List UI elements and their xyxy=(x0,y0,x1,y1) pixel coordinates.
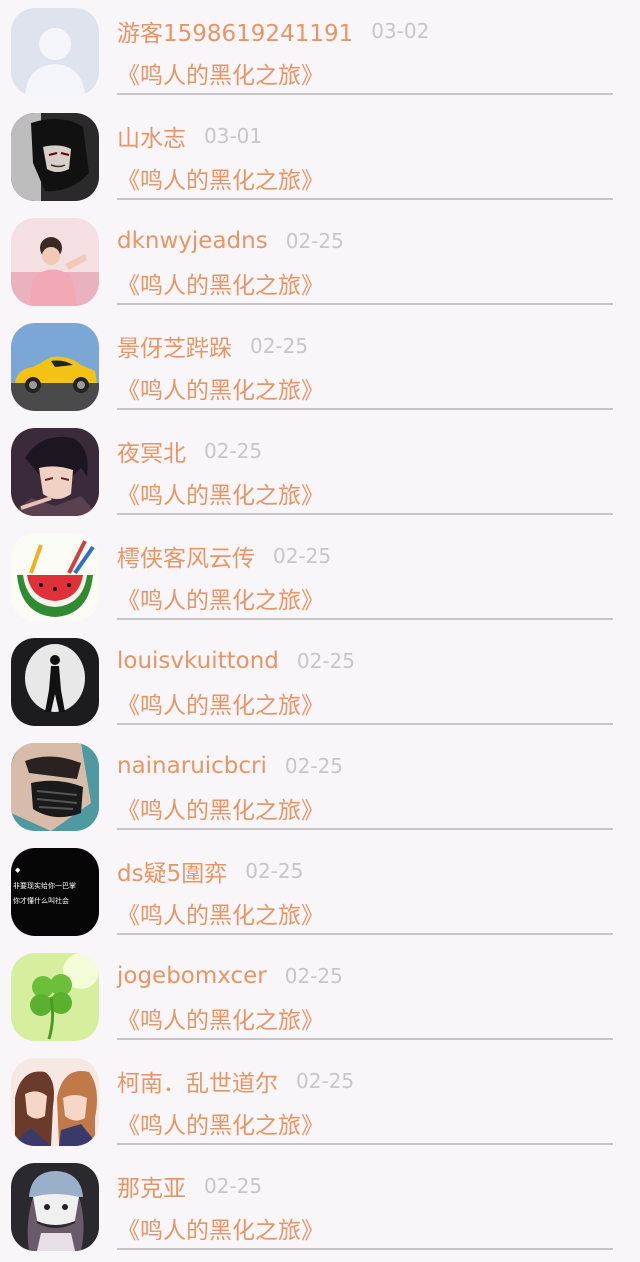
username[interactable]: 景伢芝跸跺 xyxy=(117,329,232,363)
avatar-text-diamond: ◆ xyxy=(15,866,21,874)
divider xyxy=(117,618,613,620)
username[interactable]: jogebomxcer xyxy=(117,963,267,989)
silhouette-spotlight-avatar[interactable] xyxy=(11,638,99,726)
divider xyxy=(117,1038,613,1040)
comment-date: 03-01 xyxy=(204,124,263,148)
comment-date: 02-25 xyxy=(273,544,332,568)
username[interactable]: 樗侠客风云传 xyxy=(117,539,255,573)
book-title[interactable]: 《鸣人的黑化之旅》 xyxy=(117,581,324,615)
divider xyxy=(117,198,613,200)
list-item[interactable]: louisvkuittond 02-25 《鸣人的黑化之旅》 xyxy=(0,630,640,735)
list-item[interactable]: 景伢芝跸跺 02-25 《鸣人的黑化之旅》 xyxy=(0,315,640,420)
book-title[interactable]: 《鸣人的黑化之旅》 xyxy=(117,896,324,930)
yellow-sports-car-avatar[interactable] xyxy=(11,323,99,411)
clover-avatar[interactable] xyxy=(11,953,99,1041)
list-item[interactable]: 游客1598619241191 03-02 《鸣人的黑化之旅》 xyxy=(0,0,640,105)
comment-date: 02-25 xyxy=(285,229,344,253)
comment-date: 02-25 xyxy=(245,859,304,883)
username[interactable]: louisvkuittond xyxy=(117,648,279,674)
default-person-avatar[interactable] xyxy=(11,8,99,96)
username[interactable]: dknwyjeadns xyxy=(117,228,268,254)
book-title[interactable]: 《鸣人的黑化之旅》 xyxy=(117,56,324,90)
list-item[interactable]: ◆ 非要现实给你一巴掌 你才懂什么叫社会 ds疑5圍弈 02-25 《鸣人的黑化… xyxy=(0,840,640,945)
divider xyxy=(117,723,613,725)
anime-boy-avatar[interactable] xyxy=(11,428,99,516)
list-item[interactable]: nainaruicbcri 02-25 《鸣人的黑化之旅》 xyxy=(0,735,640,840)
list-item[interactable]: 山水志 03-01 《鸣人的黑化之旅》 xyxy=(0,105,640,210)
book-title[interactable]: 《鸣人的黑化之旅》 xyxy=(117,1106,324,1140)
list-item[interactable]: jogebomxcer 02-25 《鸣人的黑化之旅》 xyxy=(0,945,640,1050)
comment-date: 02-25 xyxy=(204,439,263,463)
divider xyxy=(117,933,613,935)
black-text-avatar[interactable]: ◆ 非要现实给你一巴掌 你才懂什么叫社会 xyxy=(11,848,99,936)
masked-man-avatar[interactable] xyxy=(11,743,99,831)
comment-list: 游客1598619241191 03-02 《鸣人的黑化之旅》 山水志 03-0… xyxy=(0,0,640,1262)
list-item[interactable]: 樗侠客风云传 02-25 《鸣人的黑化之旅》 xyxy=(0,525,640,630)
book-title[interactable]: 《鸣人的黑化之旅》 xyxy=(117,686,324,720)
username[interactable]: 游客1598619241191 xyxy=(117,14,353,48)
comment-date: 02-25 xyxy=(204,1174,263,1198)
book-title[interactable]: 《鸣人的黑化之旅》 xyxy=(117,266,324,300)
book-title[interactable]: 《鸣人的黑化之旅》 xyxy=(117,371,324,405)
username[interactable]: 夜冥北 xyxy=(117,434,186,468)
comment-date: 02-25 xyxy=(284,754,344,778)
book-title[interactable]: 《鸣人的黑化之旅》 xyxy=(117,1211,324,1245)
divider xyxy=(117,408,613,410)
comment-date: 02-25 xyxy=(296,1069,355,1093)
username[interactable]: 山水志 xyxy=(117,119,186,153)
book-title[interactable]: 《鸣人的黑化之旅》 xyxy=(117,791,324,825)
divider xyxy=(117,513,613,515)
avatar-text-line-2: 你才懂什么叫社会 xyxy=(13,896,69,905)
pink-girl-avatar[interactable] xyxy=(11,218,99,306)
watermelon-avatar[interactable] xyxy=(11,533,99,621)
divider xyxy=(117,1143,613,1145)
divider xyxy=(117,93,613,95)
dark-anime-character-avatar[interactable] xyxy=(11,113,99,201)
list-item[interactable]: 夜冥北 02-25 《鸣人的黑化之旅》 xyxy=(0,420,640,525)
divider xyxy=(117,303,613,305)
list-item[interactable]: 那克亚 02-25 《鸣人的黑化之旅》 xyxy=(0,1155,640,1260)
list-item[interactable]: 柯南．乱世道尔 02-25 《鸣人的黑化之旅》 xyxy=(0,1050,640,1155)
avatar-text-line-1: 非要现实给你一巴掌 xyxy=(13,881,76,890)
username[interactable]: 柯南．乱世道尔 xyxy=(117,1064,278,1098)
book-title[interactable]: 《鸣人的黑化之旅》 xyxy=(117,476,324,510)
comment-date: 03-02 xyxy=(371,19,430,43)
username[interactable]: ds疑5圍弈 xyxy=(117,854,227,888)
anime-couple-avatar[interactable] xyxy=(11,1058,99,1146)
list-item[interactable]: dknwyjeadns 02-25 《鸣人的黑化之旅》 xyxy=(0,210,640,315)
username[interactable]: 那克亚 xyxy=(117,1169,186,1203)
comment-date: 02-25 xyxy=(296,649,356,673)
book-title[interactable]: 《鸣人的黑化之旅》 xyxy=(117,161,324,195)
divider xyxy=(117,1248,613,1250)
cartoon-girl-hat-avatar[interactable] xyxy=(11,1163,99,1251)
username[interactable]: nainaruicbcri xyxy=(117,753,267,779)
comment-date: 02-25 xyxy=(284,964,343,988)
comment-date: 02-25 xyxy=(250,334,309,358)
book-title[interactable]: 《鸣人的黑化之旅》 xyxy=(117,1001,324,1035)
divider xyxy=(117,828,613,830)
